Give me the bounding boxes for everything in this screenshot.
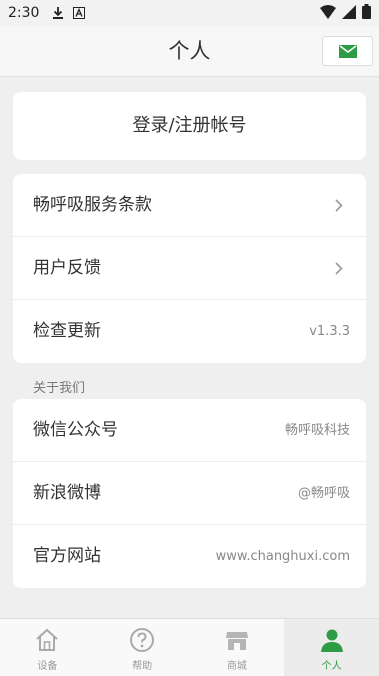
menu-item-check-update[interactable]: 检查更新 v1.3.3 — [13, 300, 366, 363]
menu-item-label: 畅呼吸服务条款 — [33, 195, 152, 215]
about-card: 微信公众号 畅呼吸科技 新浪微博 @畅呼吸 官方网站 www.changhuxi… — [13, 399, 366, 588]
wifi-icon — [320, 4, 336, 19]
about-item-value: @畅呼吸 — [297, 486, 350, 501]
menu-item-terms[interactable]: 畅呼吸服务条款 — [13, 174, 366, 237]
tab-store[interactable]: 商城 — [190, 619, 285, 676]
about-item-website[interactable]: 官方网站 www.changhuxi.com — [13, 525, 366, 588]
tab-help[interactable]: 帮助 — [95, 619, 190, 676]
about-item-value: www.changhuxi.com — [215, 549, 350, 564]
store-icon — [225, 632, 248, 650]
login-register-label: 登录/注册帐号 — [132, 115, 247, 136]
settings-menu: 畅呼吸服务条款 用户反馈 检查更新 v1.3.3 — [13, 174, 366, 363]
about-section-title: 关于我们 — [33, 381, 86, 396]
status-bar: 2:30 — [0, 0, 379, 26]
messages-button[interactable] — [322, 36, 373, 66]
help-icon — [130, 628, 155, 652]
person-icon — [320, 629, 343, 652]
signal-icon — [342, 4, 356, 19]
tab-personal[interactable]: 个人 — [284, 619, 379, 676]
bottom-tab-bar: 设备 帮助 商城 个人 — [0, 618, 379, 676]
menu-item-label: 检查更新 — [33, 321, 101, 341]
menu-item-feedback[interactable]: 用户反馈 — [13, 237, 366, 300]
about-item-label: 新浪微博 — [33, 483, 101, 503]
about-item-wechat[interactable]: 微信公众号 畅呼吸科技 — [13, 399, 366, 462]
about-item-label: 官方网站 — [33, 546, 101, 566]
battery-icon — [362, 4, 371, 19]
tab-label: 帮助 — [132, 661, 153, 672]
about-item-value: 畅呼吸科技 — [284, 423, 350, 438]
app-header: 个人 — [0, 26, 379, 77]
tab-label: 个人 — [321, 661, 342, 672]
about-item-weibo[interactable]: 新浪微博 @畅呼吸 — [13, 462, 366, 525]
tab-label: 商城 — [226, 661, 247, 672]
chevron-right-icon — [335, 262, 343, 275]
tab-label: 设备 — [37, 661, 58, 672]
status-time: 2:30 — [8, 5, 40, 21]
download-icon — [53, 7, 64, 19]
version-value: v1.3.3 — [309, 324, 350, 339]
home-icon — [36, 628, 59, 651]
tab-devices[interactable]: 设备 — [0, 619, 95, 676]
menu-item-label: 用户反馈 — [33, 258, 101, 278]
mail-icon — [338, 44, 357, 58]
notification-a-icon — [73, 7, 86, 19]
about-item-label: 微信公众号 — [33, 420, 118, 440]
login-card[interactable]: 登录/注册帐号 — [13, 92, 366, 160]
chevron-right-icon — [335, 199, 343, 212]
